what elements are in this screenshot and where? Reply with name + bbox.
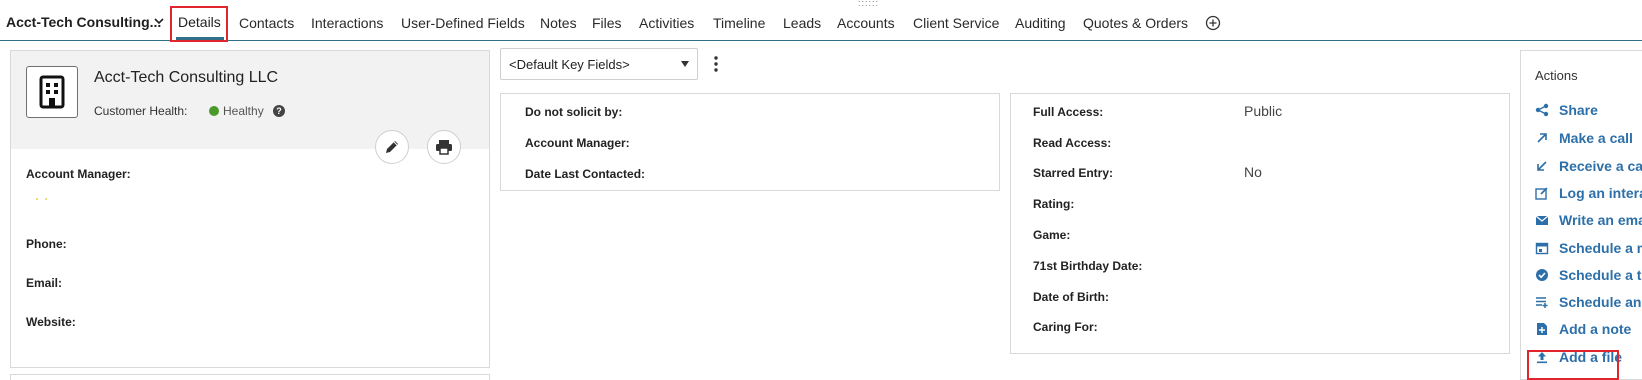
schedule-todo-label: Schedule a to-do [1559,267,1642,283]
account-manager-label: Account Manager: [26,167,131,181]
tab-interactions[interactable]: Interactions [311,15,383,31]
arrow-down-left-icon [1537,161,1547,171]
list-add-icon [1536,297,1548,308]
full-access-value: Public [1244,103,1283,119]
email-label: Email: [26,276,63,290]
tab-client-service[interactable]: Client Service [913,15,999,31]
account-title[interactable]: Acct-Tech Consulting... [6,14,161,30]
customer-health-label: Customer Health: [94,104,188,118]
71st-birthday-label: 71st Birthday Date: [1033,259,1143,273]
tab-details[interactable]: Details [178,14,221,30]
actions-title: Actions [1535,68,1578,83]
key-fields-panel: Do not solicit by: Account Manager: Date… [500,93,1000,191]
tab-user-defined-fields[interactable]: User-Defined Fields [401,15,525,31]
note-add-icon [1537,323,1547,335]
print-button[interactable] [427,130,461,164]
edit-note-icon [1535,187,1548,200]
arrow-up-right-icon [1537,133,1547,143]
rating-label: Rating: [1033,197,1075,211]
add-tab-icon[interactable] [1205,15,1221,31]
key-fields-dropdown[interactable]: <Default Key Fields> [500,48,698,80]
active-tab-indicator [176,37,224,40]
drag-handle[interactable]: :::::: [858,0,879,8]
company-name: Acct-Tech Consulting LLC [94,69,279,86]
printer-icon [436,140,452,155]
schedule-meeting-label: Schedule a meeting [1559,240,1642,256]
starred-entry-label: Starred Entry: [1033,166,1114,180]
building-icon [26,66,78,118]
log-interaction-action[interactable]: Log an interaction [1535,183,1642,203]
help-icon[interactable]: ? [273,105,285,117]
add-note-action[interactable]: Add a note [1535,319,1642,339]
receive-call-label: Receive a call [1559,158,1642,174]
website-label: Website: [26,315,76,329]
tab-bar: :::::: Acct-Tech Consulting... Details C… [0,0,1642,42]
tab-files[interactable]: Files [592,15,622,31]
share-action[interactable]: Share [1535,100,1642,120]
health-status-dot [209,106,219,116]
more-options-icon[interactable] [714,56,718,72]
schedule-meeting-action[interactable]: Schedule a meeting [1535,238,1642,258]
edit-button[interactable] [375,130,409,164]
account-card-header: Acct-Tech Consulting LLC Customer Health… [11,51,489,164]
phone-label: Phone: [26,237,67,251]
next-card-edge [10,374,490,380]
tab-notes[interactable]: Notes [540,15,577,31]
tab-accounts[interactable]: Accounts [837,15,895,31]
date-last-contacted-label: Date Last Contacted: [525,167,646,181]
customer-health-value: Healthy [223,104,264,118]
do-not-solicit-label: Do not solicit by: [525,105,623,119]
add-note-label: Add a note [1559,321,1632,337]
make-call-label: Make a call [1559,130,1633,146]
tab-activities[interactable]: Activities [639,15,694,31]
schedule-event-label: Schedule an event [1559,294,1642,310]
highlight-box-add-file [1527,350,1619,380]
actions-panel: Actions Share Make a call Receive a call… [1520,50,1642,380]
access-fields-panel: Full Access: Public Read Access: Starred… [1010,93,1510,354]
envelope-icon [1535,215,1549,225]
caring-for-label: Caring For: [1033,320,1098,334]
date-of-birth-label: Date of Birth: [1033,290,1109,304]
game-label: Game: [1033,228,1071,242]
tab-timeline[interactable]: Timeline [713,15,765,31]
share-icon [1535,103,1549,117]
chevron-down-icon[interactable] [152,14,166,28]
tab-quotes-orders[interactable]: Quotes & Orders [1083,15,1188,31]
pencil-icon [386,141,398,153]
loading-indicator [36,198,47,200]
log-interaction-label: Log an interaction [1559,185,1642,201]
schedule-todo-action[interactable]: Schedule a to-do [1535,265,1642,285]
calendar-icon [1535,242,1549,255]
account-manager-field-label: Account Manager: [525,136,630,150]
make-call-action[interactable]: Make a call [1535,128,1642,148]
tab-leads[interactable]: Leads [783,15,821,31]
receive-call-action[interactable]: Receive a call [1535,156,1642,176]
full-access-label: Full Access: [1033,105,1104,119]
schedule-event-action[interactable]: Schedule an event [1535,292,1642,312]
key-fields-selected: <Default Key Fields> [509,57,630,72]
write-email-label: Write an email [1559,212,1642,228]
caret-down-icon [681,61,689,67]
account-card: Acct-Tech Consulting LLC Customer Health… [10,50,490,368]
share-label: Share [1559,102,1598,118]
tab-contacts[interactable]: Contacts [239,15,294,31]
read-access-label: Read Access: [1033,136,1112,150]
tab-auditing[interactable]: Auditing [1015,15,1066,31]
starred-entry-value: No [1244,164,1262,180]
check-circle-icon [1536,269,1548,281]
write-email-action[interactable]: Write an email [1535,210,1642,230]
